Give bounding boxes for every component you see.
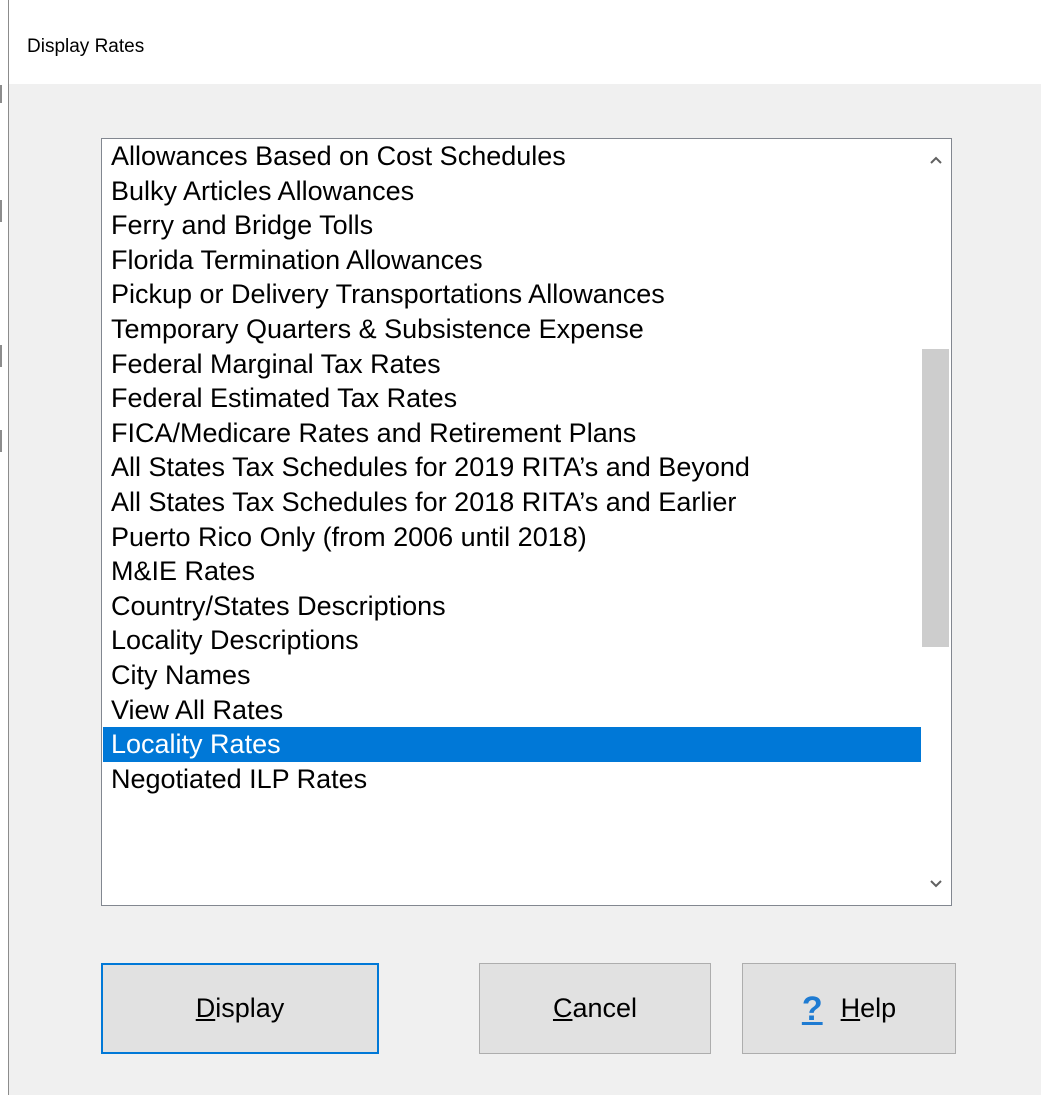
list-item[interactable]: Puerto Rico Only (from 2006 until 2018): [103, 520, 921, 555]
window-title: Display Rates: [27, 36, 145, 57]
list-item[interactable]: All States Tax Schedules for 2018 RITA’s…: [103, 485, 921, 520]
display-button-label: Display: [195, 993, 285, 1023]
chevron-up-icon: [930, 156, 942, 164]
window-edge-mark: [0, 345, 2, 367]
list-item[interactable]: Pickup or Delivery Transportations Allow…: [103, 277, 921, 312]
window-edge-mark: [0, 200, 2, 222]
list-item[interactable]: View All Rates: [103, 693, 921, 728]
list-item[interactable]: M&IE Rates: [103, 554, 921, 589]
list-item[interactable]: All States Tax Schedules for 2019 RITA’s…: [103, 450, 921, 485]
list-item[interactable]: Allowances Based on Cost Schedules: [103, 139, 921, 174]
rates-list: Allowances Based on Cost Schedules Bulky …: [103, 139, 921, 796]
list-item[interactable]: Federal Estimated Tax Rates: [103, 381, 921, 416]
title-bar[interactable]: Display Rates: [9, 0, 1041, 84]
help-button[interactable]: ? Help: [742, 963, 956, 1054]
scroll-down-button[interactable]: [921, 867, 951, 901]
list-item[interactable]: Locality Rates: [103, 727, 921, 762]
list-item[interactable]: Locality Descriptions: [103, 623, 921, 658]
list-item[interactable]: Federal Marginal Tax Rates: [103, 347, 921, 382]
display-button[interactable]: Display: [101, 963, 379, 1054]
cancel-button-label: Cancel: [552, 993, 638, 1023]
rates-listbox[interactable]: Allowances Based on Cost Schedules Bulky …: [101, 138, 952, 906]
window-edge-mark: [0, 430, 2, 452]
help-question-icon: ?: [801, 989, 823, 1028]
list-item[interactable]: City Names: [103, 658, 921, 693]
list-item[interactable]: Florida Termination Allowances: [103, 243, 921, 278]
list-item[interactable]: Ferry and Bridge Tolls: [103, 208, 921, 243]
list-item[interactable]: Negotiated ILP Rates: [103, 762, 921, 797]
list-item[interactable]: Bulky Articles Allowances: [103, 174, 921, 209]
list-item[interactable]: Temporary Quarters & Subsistence Expense: [103, 312, 921, 347]
display-rates-dialog: Display Rates Allowances Based on Cost S…: [8, 0, 1041, 1095]
list-item[interactable]: FICA/Medicare Rates and Retirement Plans: [103, 416, 921, 451]
list-item[interactable]: Country/States Descriptions: [103, 589, 921, 624]
window-edge-mark: [0, 85, 2, 103]
vertical-scrollbar[interactable]: [921, 139, 951, 905]
help-button-label: Help: [840, 993, 897, 1023]
scroll-up-button[interactable]: [921, 143, 951, 177]
chevron-down-icon: [930, 880, 942, 888]
scroll-thumb[interactable]: [922, 349, 949, 647]
cancel-button[interactable]: Cancel: [479, 963, 711, 1054]
